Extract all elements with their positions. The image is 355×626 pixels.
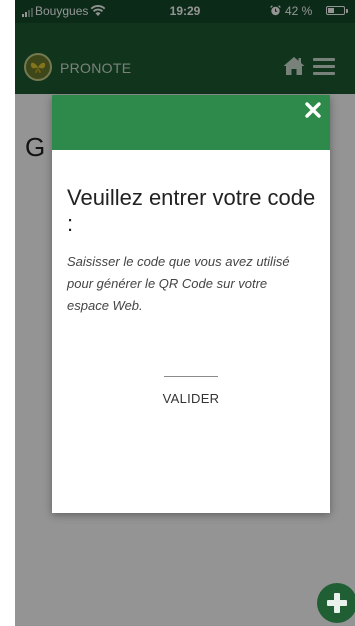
code-input[interactable]: [164, 360, 218, 377]
left-gutter: [0, 0, 15, 626]
close-icon[interactable]: [304, 101, 322, 119]
dialog-title: Veuillez entrer votre code :: [67, 185, 316, 236]
add-button[interactable]: [317, 583, 355, 623]
validate-button[interactable]: VALIDER: [141, 387, 241, 409]
app-window: Bouygues 19:29 42 % PRONOTE G Veuillez e…: [15, 0, 355, 626]
dialog-description: Saisisser le code que vous avez utilisé …: [67, 254, 290, 313]
dialog-header: [52, 95, 330, 150]
phone-screen: Bouygues 19:29 42 % PRONOTE G Veuillez e…: [0, 0, 355, 626]
code-entry-dialog: Veuillez entrer votre code : Saisisser l…: [52, 95, 330, 513]
